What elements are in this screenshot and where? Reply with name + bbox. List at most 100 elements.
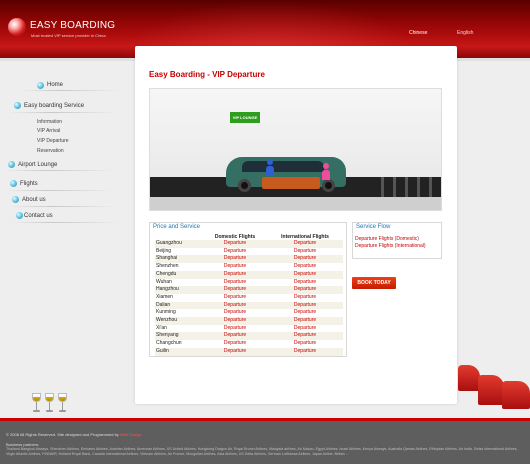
nav-sub-reservation[interactable]: Reservation: [37, 148, 64, 154]
service-link-domestic[interactable]: Departure Flights (Domestic): [355, 236, 419, 242]
domestic-departure-link[interactable]: Departure: [203, 279, 267, 287]
nav-airport-lounge[interactable]: Airport Lounge: [18, 162, 57, 168]
red-chairs-icon: [458, 361, 530, 409]
international-departure-link[interactable]: Departure: [267, 294, 343, 302]
table-row: Kunming Departure Departure: [155, 309, 343, 317]
nav-divider: [10, 222, 120, 223]
logo-icon[interactable]: [8, 18, 26, 36]
nav-bullet-icon: [10, 180, 17, 187]
international-departure-link[interactable]: Departure: [267, 263, 343, 271]
domestic-departure-link[interactable]: Departure: [203, 309, 267, 317]
nav-contact-us[interactable]: Contact us: [24, 213, 53, 219]
table-row: Changchun Departure Departure: [155, 340, 343, 348]
nav-flights[interactable]: Flights: [20, 181, 38, 187]
table-cell-city: Wuhan: [156, 278, 172, 285]
table-header-city: [155, 233, 203, 240]
footer-partners-list: Thailand Bangkok Airways, Shenzhen Airli…: [6, 447, 518, 456]
international-departure-link[interactable]: Departure: [267, 240, 343, 248]
domestic-departure-link[interactable]: Departure: [203, 270, 268, 279]
table-row: Wuhan Departure Departure: [155, 279, 343, 287]
domestic-departure-link[interactable]: Departure: [203, 340, 267, 348]
price-service-title: Price and Service: [153, 224, 201, 230]
vip-lounge-sign: VIP LOUNGE: [230, 112, 260, 123]
international-departure-link[interactable]: Departure: [267, 248, 343, 256]
language-english-link[interactable]: English: [457, 30, 473, 36]
nav-bullet-icon: [16, 212, 23, 219]
table-cell-city: Shanghai: [155, 255, 203, 264]
table-cell-city: Xiamen: [156, 293, 173, 300]
table-cell-city: Shenzhen: [156, 263, 179, 270]
nav-sub-vip-departure[interactable]: VIP Departure: [37, 138, 69, 144]
nav-divider: [20, 90, 120, 91]
domestic-departure-link[interactable]: Departure: [203, 332, 268, 341]
table-row: Guangzhou Departure Departure: [155, 240, 343, 248]
table-cell-city: Xi'an: [156, 324, 167, 331]
domestic-departure-link[interactable]: Departure: [203, 255, 268, 264]
table-cell-city: Beijing: [156, 247, 172, 254]
service-link-international[interactable]: Departure Flights (International): [355, 243, 426, 249]
domestic-departure-link[interactable]: Departure: [203, 294, 267, 302]
logo-text[interactable]: EASY BOARDING: [30, 20, 115, 31]
footer-divider: [0, 418, 530, 421]
table-row: Hangzhou Departure Departure: [155, 286, 343, 294]
international-departure-link[interactable]: Departure: [267, 301, 343, 310]
page-title: Easy Boarding - VIP Departure: [149, 70, 265, 79]
table-header-domestic: Domestic Flights: [214, 233, 256, 240]
nav-about-us[interactable]: About us: [22, 197, 46, 203]
footer-copyright: © 2008 All Rights Reserved. Site designe…: [6, 432, 142, 437]
nav-divider: [4, 190, 114, 191]
nav-divider: [8, 112, 118, 113]
international-departure-link[interactable]: Departure: [267, 286, 343, 294]
nav-divider: [8, 206, 118, 207]
copyright-text: © 2008 All Rights Reserved. Site designe…: [6, 432, 119, 437]
international-departure-link[interactable]: Departure: [267, 309, 343, 317]
book-today-button[interactable]: BOOK TODAY: [352, 277, 396, 289]
nav-bullet-icon: [12, 196, 19, 203]
international-departure-link[interactable]: Departure: [267, 347, 343, 356]
table-cell-city: Wenzhou: [155, 317, 203, 325]
table-cell-city: Guilin: [155, 347, 203, 356]
table-cell-city: Kunming: [156, 309, 176, 316]
domestic-departure-link[interactable]: Departure: [203, 286, 268, 294]
table-header-international: International Flights: [281, 233, 329, 240]
domestic-departure-link[interactable]: Departure: [203, 263, 267, 271]
nav-easy-boarding-service[interactable]: Easy boarding Service: [24, 103, 84, 109]
nav-home[interactable]: Home: [47, 82, 63, 88]
international-departure-link[interactable]: Departure: [267, 255, 343, 264]
domestic-departure-link[interactable]: Departure: [203, 325, 267, 333]
domestic-departure-link[interactable]: Departure: [203, 347, 268, 356]
designer-link[interactable]: Web Design: [120, 432, 142, 437]
table-row: Chengdu Departure Departure: [155, 270, 343, 279]
vip-lounge-photo: VIP LOUNGE: [149, 88, 442, 211]
international-departure-link[interactable]: Departure: [267, 279, 343, 287]
nav-bullet-icon: [14, 102, 21, 109]
table-row: Beijing Departure Departure: [155, 248, 343, 256]
table-row: Dalian Departure Departure: [155, 301, 343, 310]
domestic-departure-link[interactable]: Departure: [203, 317, 268, 325]
table-cell-city: Hangzhou: [155, 286, 203, 294]
table-cell-city: Shenyang: [155, 332, 203, 341]
table-cell-city: Guangzhou: [155, 240, 203, 248]
nav-divider: [4, 170, 114, 171]
logo-tagline: Most trusted VIP service provider in Chi…: [31, 33, 106, 38]
international-departure-link[interactable]: Departure: [267, 332, 343, 341]
international-departure-link[interactable]: Departure: [267, 340, 343, 348]
domestic-departure-link[interactable]: Departure: [203, 248, 267, 256]
table-cell-city: Chengdu: [155, 270, 203, 279]
nav-bullet-icon: [8, 161, 15, 168]
table-row: Xiamen Departure Departure: [155, 294, 343, 302]
international-departure-link[interactable]: Departure: [267, 317, 343, 325]
domestic-departure-link[interactable]: Departure: [203, 301, 268, 310]
site-footer: [0, 418, 530, 464]
domestic-departure-link[interactable]: Departure: [203, 240, 268, 248]
table-row: Shenyang Departure Departure: [155, 332, 343, 341]
international-departure-link[interactable]: Departure: [267, 325, 343, 333]
van-illustration: [226, 151, 346, 192]
language-chinese-link[interactable]: Chinese: [409, 30, 427, 36]
table-row: Wenzhou Departure Departure: [155, 317, 343, 325]
nav-sub-vip-arrival[interactable]: VIP Arrival: [37, 128, 60, 134]
international-departure-link[interactable]: Departure: [267, 270, 343, 279]
nav-sub-information[interactable]: Information: [37, 119, 62, 125]
table-row: Shanghai Departure Departure: [155, 255, 343, 264]
nav-bullet-icon: [37, 82, 44, 89]
